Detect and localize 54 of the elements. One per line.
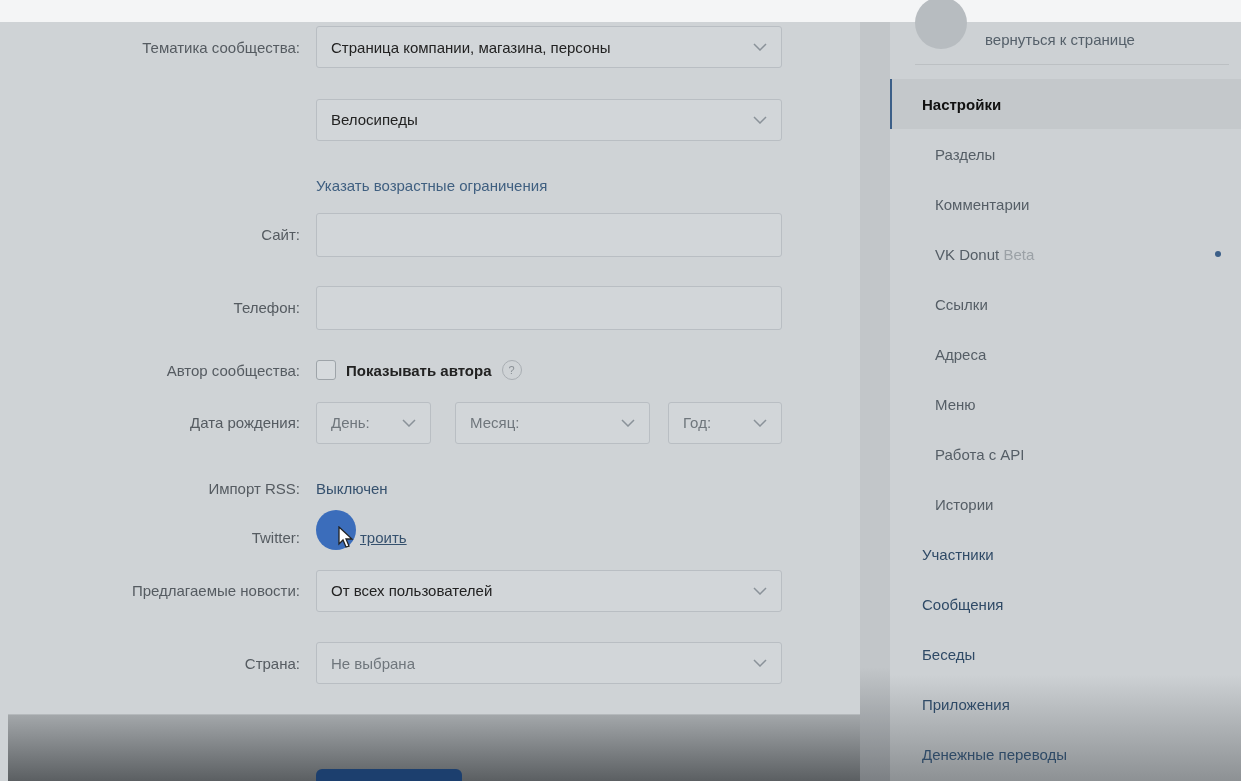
dropdown[interactable]: Велосипеды	[316, 98, 782, 141]
field-label: Сайт:	[261, 226, 300, 244]
age-restriction-link[interactable]: Указать возрастные ограничения	[316, 176, 548, 194]
menu-item[interactable]: Денежные переводы	[890, 729, 1241, 779]
dropdown-value: Велосипеды	[331, 111, 418, 129]
menu-item[interactable]: Беседы	[890, 629, 1241, 679]
chevron-down-icon	[753, 43, 767, 51]
checkbox[interactable]	[316, 360, 336, 381]
menu-item[interactable]: Меню	[890, 379, 1241, 429]
back-link[interactable]: вернуться к странице	[985, 30, 1135, 48]
chevron-down-icon	[753, 418, 767, 427]
field-label: Предлагаемые новости:	[131, 582, 300, 600]
field-label: Импорт RSS:	[208, 479, 300, 497]
status-text: Выключен	[316, 479, 388, 497]
chevron-down-icon	[753, 659, 767, 668]
dropdown-placeholder: День:	[331, 414, 370, 432]
field-label: Twitter:	[251, 528, 300, 546]
menu-item[interactable]: Участники	[890, 529, 1241, 579]
input-field[interactable]	[316, 285, 782, 330]
chevron-down-icon	[621, 418, 635, 427]
menu-item[interactable]: Комментарии	[890, 179, 1241, 229]
dropdown-value: Страница компании, магазина, персоны	[331, 38, 611, 56]
dropdown-placeholder: Месяц:	[470, 414, 520, 432]
menu-item[interactable]: Разделы	[890, 129, 1241, 179]
field-label: Автор сообщества:	[166, 361, 300, 379]
menu-item[interactable]: Сообщения	[890, 579, 1241, 629]
field-label: Дата рождения:	[190, 414, 300, 432]
input-field[interactable]	[316, 212, 782, 257]
chevron-down-icon	[753, 586, 767, 595]
save-button[interactable]	[316, 769, 462, 781]
field-label: Телефон:	[233, 299, 300, 316]
date-dropdown[interactable]: Месяц:	[455, 401, 650, 444]
menu-item[interactable]: Настройки	[890, 79, 1241, 129]
checkbox-label[interactable]: Показывать автора	[346, 361, 492, 379]
menu-item[interactable]: Адреса	[890, 329, 1241, 379]
dropdown-placeholder: Не выбрана	[331, 654, 415, 672]
avatar-circle	[915, 0, 967, 49]
chevron-down-icon	[753, 115, 767, 124]
menu-item[interactable]: Ссылки	[890, 279, 1241, 329]
chevron-down-icon	[402, 418, 416, 427]
menu-item[interactable]: Истории	[890, 479, 1241, 529]
dropdown[interactable]: Страница компании, магазина, персоны	[316, 26, 782, 68]
date-dropdown[interactable]: Год:	[668, 401, 782, 444]
setup-link[interactable]: троить	[360, 528, 407, 546]
dropdown[interactable]: От всех пользователей	[316, 569, 782, 612]
dropdown-placeholder: Год:	[683, 414, 712, 432]
field-label: Страна:	[244, 654, 300, 672]
dropdown-value: От всех пользователей	[331, 582, 493, 600]
dropdown[interactable]: Не выбрана	[316, 642, 782, 685]
menu-item[interactable]: Приложения	[890, 679, 1241, 729]
field-label: Тематика сообщества:	[142, 38, 300, 56]
menu-item[interactable]: Работа с API	[890, 429, 1241, 479]
cursor-icon	[338, 526, 354, 549]
date-dropdown[interactable]: День:	[316, 401, 431, 444]
